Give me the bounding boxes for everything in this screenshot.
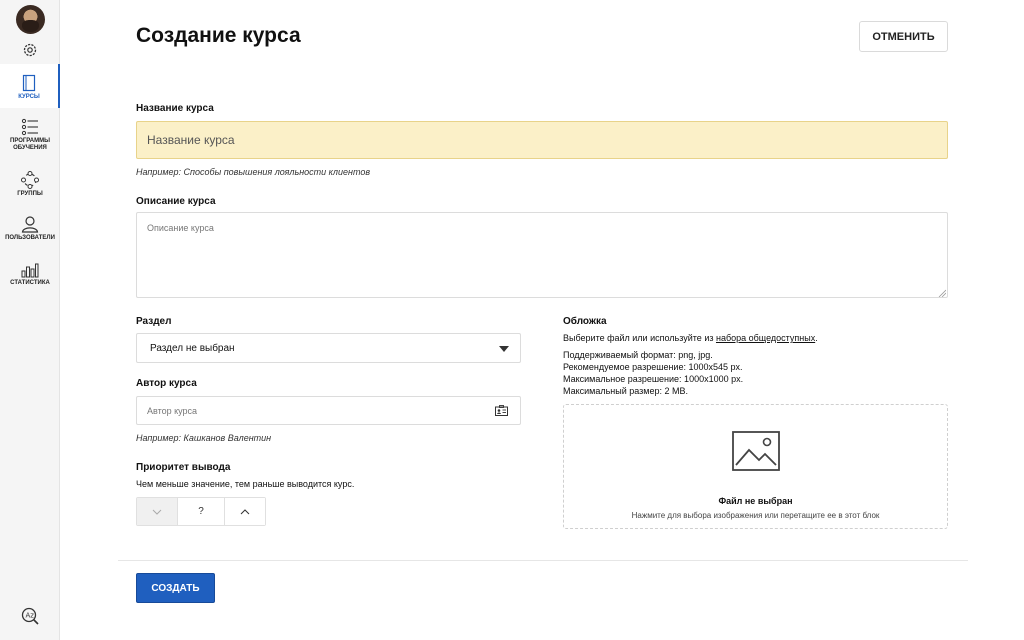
priority-value[interactable]: ?	[177, 498, 225, 525]
priority-stepper: ?	[136, 497, 266, 526]
cover-recommended: Рекомендуемое разрешение: 1000x545 px.	[563, 362, 743, 372]
sidebar-item-label: ПРОГРАММЫ ОБУЧЕНИЯ	[10, 138, 50, 151]
image-placeholder-icon	[732, 431, 780, 471]
contact-card-icon[interactable]	[495, 405, 508, 416]
cover-choose-text: Выберите файл или используйте из набора …	[563, 333, 818, 343]
sidebar-item-label: ГРУППЫ	[17, 191, 43, 197]
gear-icon[interactable]	[22, 42, 38, 58]
sidebar-item-label: КУРСЫ	[18, 94, 40, 100]
svg-text:Az: Az	[26, 612, 35, 620]
chevron-up-icon	[240, 508, 250, 514]
no-file-text: Файл не выбран	[718, 496, 793, 506]
priority-label: Приоритет вывода	[136, 462, 231, 473]
sidebar-item-users[interactable]: ПОЛЬЗОВАТЕЛИ	[0, 216, 60, 246]
groups-icon	[21, 171, 39, 189]
drop-hint-text: Нажмите для выбора изображения или перет…	[631, 511, 880, 520]
cancel-button[interactable]: ОТМЕНИТЬ	[859, 21, 948, 52]
resize-handle-icon[interactable]	[938, 289, 946, 297]
course-name-label: Название курса	[136, 103, 214, 114]
section-label: Раздел	[136, 316, 172, 327]
book-icon	[22, 74, 36, 92]
description-label: Описание курса	[136, 196, 216, 207]
chevron-down-icon	[499, 346, 509, 352]
chevron-down-icon	[152, 509, 162, 515]
sidebar-item-statistics[interactable]: СТАТИСТИКА	[0, 262, 60, 292]
course-name-input[interactable]	[136, 121, 948, 159]
footer-divider	[118, 560, 968, 561]
sidebar-item-programs[interactable]: ПРОГРАММЫ ОБУЧЕНИЯ	[0, 118, 60, 158]
language-icon[interactable]: Az	[21, 607, 39, 625]
author-hint: Например: Кашканов Валентин	[136, 433, 272, 443]
list-icon	[21, 118, 38, 136]
user-icon	[21, 216, 39, 233]
sidebar-item-label: СТАТИСТИКА	[10, 280, 50, 286]
cover-max-resolution: Максимальное разрешение: 1000x1000 px.	[563, 374, 744, 384]
sidebar: КУРСЫ ПРОГРАММЫ ОБУЧЕНИЯ ГРУППЫ ПОЛЬЗОВА…	[0, 0, 60, 640]
author-input[interactable]	[136, 396, 521, 425]
description-textarea[interactable]	[136, 212, 948, 298]
decrement-button[interactable]	[137, 498, 177, 525]
sidebar-item-label: ПОЛЬЗОВАТЕЛИ	[5, 235, 55, 241]
stats-icon	[21, 263, 39, 278]
page-title: Создание курса	[136, 24, 301, 47]
increment-button[interactable]	[225, 498, 265, 525]
cover-choose-prefix: Выберите файл или используйте из	[563, 333, 716, 343]
course-name-hint: Например: Способы повышения лояльности к…	[136, 167, 371, 177]
cover-dropzone[interactable]: Файл не выбран Нажмите для выбора изобра…	[563, 404, 948, 529]
cover-choose-suffix: .	[815, 333, 818, 343]
cover-max-size: Максимальный размер: 2 MB.	[563, 386, 689, 396]
create-button[interactable]: СОЗДАТЬ	[136, 573, 215, 603]
priority-description: Чем меньше значение, тем раньше выводитс…	[136, 479, 355, 489]
section-select[interactable]: Раздел не выбран	[136, 333, 521, 363]
section-select-value: Раздел не выбран	[150, 343, 235, 354]
cover-format: Поддерживаемый формат: png, jpg.	[563, 350, 713, 360]
public-images-link[interactable]: набора общедоступных	[716, 333, 815, 343]
avatar[interactable]	[16, 5, 45, 34]
sidebar-item-groups[interactable]: ГРУППЫ	[0, 171, 60, 201]
cover-label: Обложка	[563, 316, 607, 327]
sidebar-item-courses[interactable]: КУРСЫ	[0, 64, 60, 108]
author-label: Автор курса	[136, 378, 197, 389]
